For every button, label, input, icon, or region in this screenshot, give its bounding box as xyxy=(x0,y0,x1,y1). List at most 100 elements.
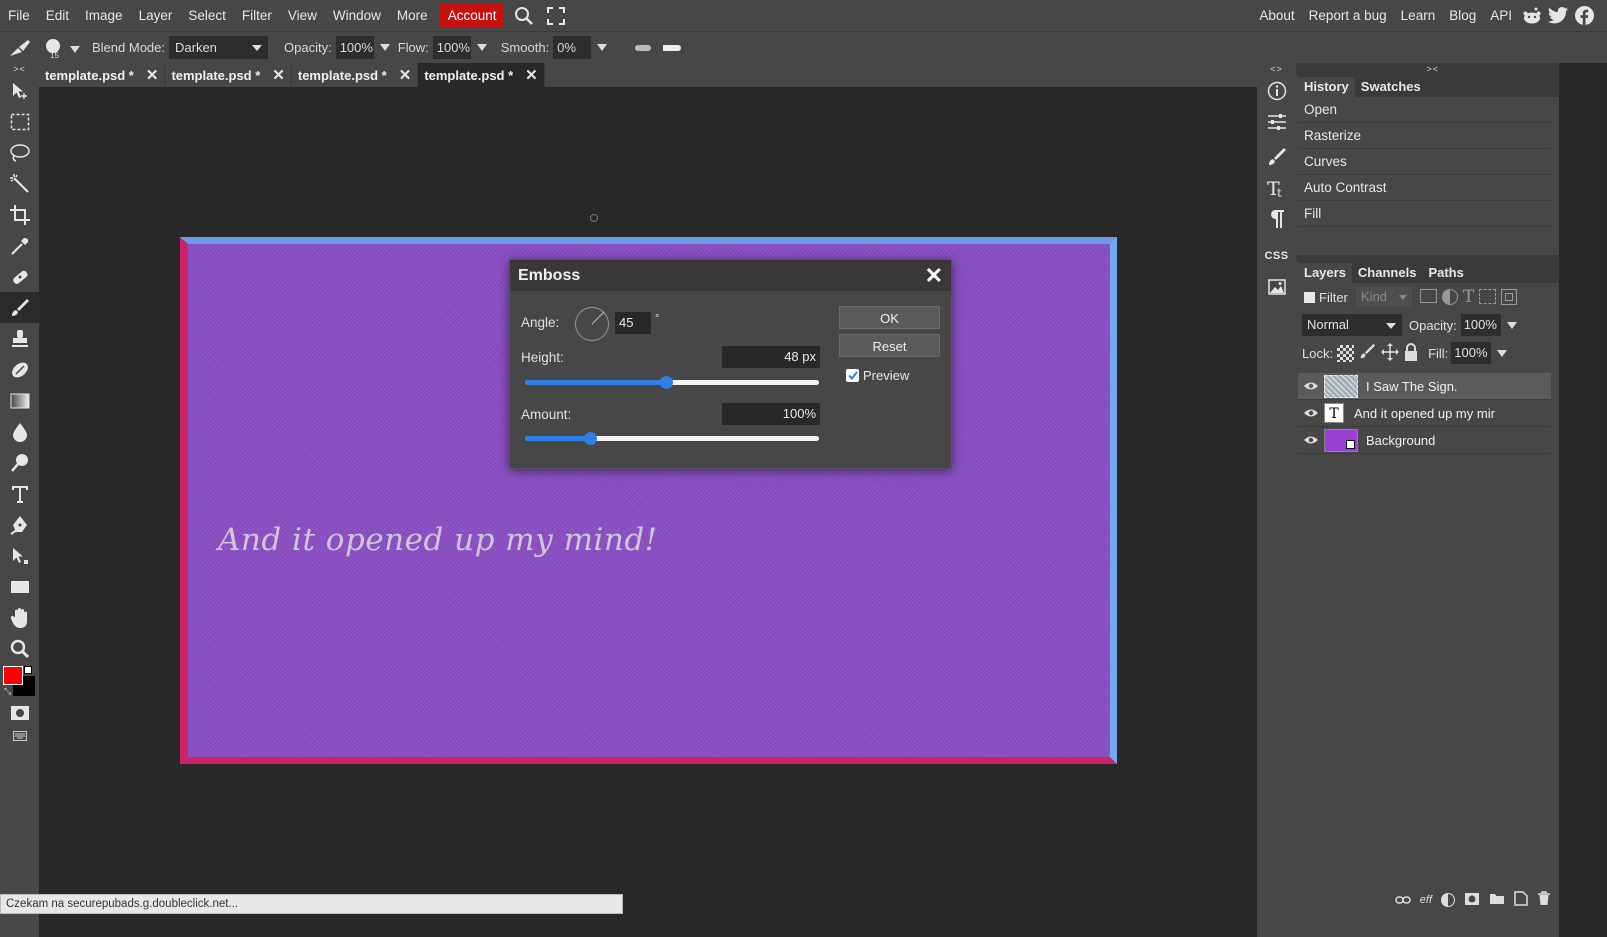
eye-icon[interactable] xyxy=(1298,433,1324,448)
toolbar-collapse-toggle[interactable]: >< xyxy=(0,63,39,75)
shape-tool-icon[interactable] xyxy=(0,571,39,602)
quick-mask-icon[interactable] xyxy=(0,700,39,726)
layer-row[interactable]: Background xyxy=(1298,427,1551,454)
menu-edit[interactable]: Edit xyxy=(38,0,77,31)
history-item[interactable]: Open xyxy=(1298,97,1551,123)
filter-adjustment-icon[interactable] xyxy=(1441,289,1458,305)
history-item[interactable]: Curves xyxy=(1298,149,1551,175)
path-select-tool-icon[interactable] xyxy=(0,540,39,571)
brush-tool-icon[interactable] xyxy=(0,32,40,64)
twitter-icon[interactable] xyxy=(1545,0,1571,31)
keyboard-icon[interactable] xyxy=(0,726,39,746)
document-tab[interactable]: template.psd * ✕ xyxy=(165,63,292,87)
document-tab[interactable]: template.psd * ✕ xyxy=(39,63,166,87)
history-item[interactable]: Rasterize xyxy=(1298,123,1551,149)
filter-pixel-icon[interactable] xyxy=(1419,289,1437,303)
new-group-icon[interactable] xyxy=(1489,892,1505,908)
paragraph-icon[interactable] xyxy=(1257,203,1296,234)
adjustments-icon[interactable] xyxy=(1257,106,1296,137)
document-tab-active[interactable]: template.psd * ✕ xyxy=(418,63,545,87)
menu-blog[interactable]: Blog xyxy=(1442,0,1483,31)
foreground-color-swatch[interactable] xyxy=(3,666,23,685)
lock-position-icon[interactable] xyxy=(1381,342,1400,364)
filter-smart-object-icon[interactable] xyxy=(1501,289,1518,305)
close-icon[interactable]: ✕ xyxy=(525,66,538,84)
lock-transparency-icon[interactable] xyxy=(1337,344,1355,362)
kind-select[interactable]: Kind xyxy=(1355,287,1412,307)
menu-learn[interactable]: Learn xyxy=(1394,0,1443,31)
flow-dropdown-icon[interactable] xyxy=(476,44,487,51)
close-icon[interactable]: ✕ xyxy=(146,66,159,84)
brush-settings-icon[interactable] xyxy=(1257,141,1296,172)
tab-layers[interactable]: Layers xyxy=(1298,263,1352,283)
close-icon[interactable]: ✕ xyxy=(925,264,943,287)
eye-icon[interactable] xyxy=(1298,379,1324,394)
lasso-tool-icon[interactable] xyxy=(0,137,39,168)
opacity-dropdown-icon[interactable] xyxy=(379,44,390,51)
menu-image[interactable]: Image xyxy=(77,0,131,31)
tab-history[interactable]: History xyxy=(1298,77,1355,97)
healing-tool-icon[interactable] xyxy=(0,261,39,292)
hand-tool-icon[interactable] xyxy=(0,602,39,633)
preview-checkbox[interactable] xyxy=(846,369,859,382)
lock-pixels-icon[interactable] xyxy=(1359,343,1376,363)
info-icon[interactable] xyxy=(1257,75,1296,106)
layer-opacity-dropdown-icon[interactable] xyxy=(1506,321,1517,329)
menu-about[interactable]: About xyxy=(1252,0,1301,31)
brush-mode-soft-icon[interactable] xyxy=(635,44,652,51)
css-icon[interactable]: CSS xyxy=(1257,240,1296,271)
filter-shape-icon[interactable] xyxy=(1479,289,1497,304)
lock-all-icon[interactable] xyxy=(1404,342,1418,364)
fullscreen-icon[interactable] xyxy=(540,0,572,31)
dodge-tool-icon[interactable] xyxy=(0,447,39,478)
tab-swatches[interactable]: Swatches xyxy=(1355,77,1427,97)
layer-blend-select[interactable]: Normal xyxy=(1302,314,1402,336)
history-item[interactable]: Fill xyxy=(1298,201,1551,227)
magic-wand-tool-icon[interactable] xyxy=(0,168,39,199)
new-layer-icon[interactable] xyxy=(1514,891,1528,909)
menu-layer[interactable]: Layer xyxy=(131,0,181,31)
layer-mask-icon[interactable] xyxy=(1464,892,1480,909)
amount-slider-thumb[interactable] xyxy=(583,432,597,445)
type-tool-icon[interactable] xyxy=(0,478,39,509)
pen-tool-icon[interactable] xyxy=(0,509,39,540)
smooth-dropdown-icon[interactable] xyxy=(597,44,608,51)
menu-more[interactable]: More xyxy=(389,0,436,31)
default-colors-icon[interactable] xyxy=(24,666,32,674)
zoom-tool-icon[interactable] xyxy=(0,633,39,664)
height-slider[interactable] xyxy=(525,376,819,389)
tab-paths[interactable]: Paths xyxy=(1422,263,1469,283)
ok-button[interactable]: OK xyxy=(839,306,940,329)
adjustment-layer-icon[interactable] xyxy=(1441,893,1455,907)
facebook-icon[interactable] xyxy=(1571,0,1597,31)
menu-file[interactable]: File xyxy=(0,0,38,31)
blend-mode-select[interactable]: Darken xyxy=(169,36,268,59)
tab-channels[interactable]: Channels xyxy=(1352,263,1423,283)
brush-preset-picker[interactable]: 15 xyxy=(40,32,80,64)
gradient-tool-icon[interactable] xyxy=(0,385,39,416)
menu-view[interactable]: View xyxy=(280,0,325,31)
layer-fill-input[interactable]: 100% xyxy=(1451,342,1492,364)
opacity-input[interactable]: 100% xyxy=(335,36,374,59)
character-icon[interactable]: Tt xyxy=(1257,172,1296,203)
eye-icon[interactable] xyxy=(1298,406,1324,421)
marquee-tool-icon[interactable] xyxy=(0,106,39,137)
search-icon[interactable] xyxy=(508,0,540,31)
link-layers-icon[interactable] xyxy=(1395,893,1411,908)
history-item[interactable]: Auto Contrast xyxy=(1298,175,1551,201)
reddit-icon[interactable] xyxy=(1519,0,1545,31)
eyedropper-tool-icon[interactable] xyxy=(0,230,39,261)
reset-button[interactable]: Reset xyxy=(839,334,940,357)
flow-input[interactable]: 100% xyxy=(432,36,471,59)
amount-slider[interactable] xyxy=(525,432,819,445)
move-tool-icon[interactable] xyxy=(0,75,39,106)
layer-effects-icon[interactable]: eff xyxy=(1420,894,1432,906)
delete-layer-icon[interactable] xyxy=(1537,891,1551,909)
layer-opacity-input[interactable]: 100% xyxy=(1460,314,1501,336)
brush-mode-pressure-icon[interactable] xyxy=(663,44,682,51)
eraser-tool-icon[interactable] xyxy=(0,354,39,385)
angle-dial[interactable] xyxy=(575,307,609,341)
menu-report-bug[interactable]: Report a bug xyxy=(1302,0,1394,31)
swap-colors-icon[interactable]: ⤡ xyxy=(4,686,11,697)
stamp-tool-icon[interactable] xyxy=(0,323,39,354)
